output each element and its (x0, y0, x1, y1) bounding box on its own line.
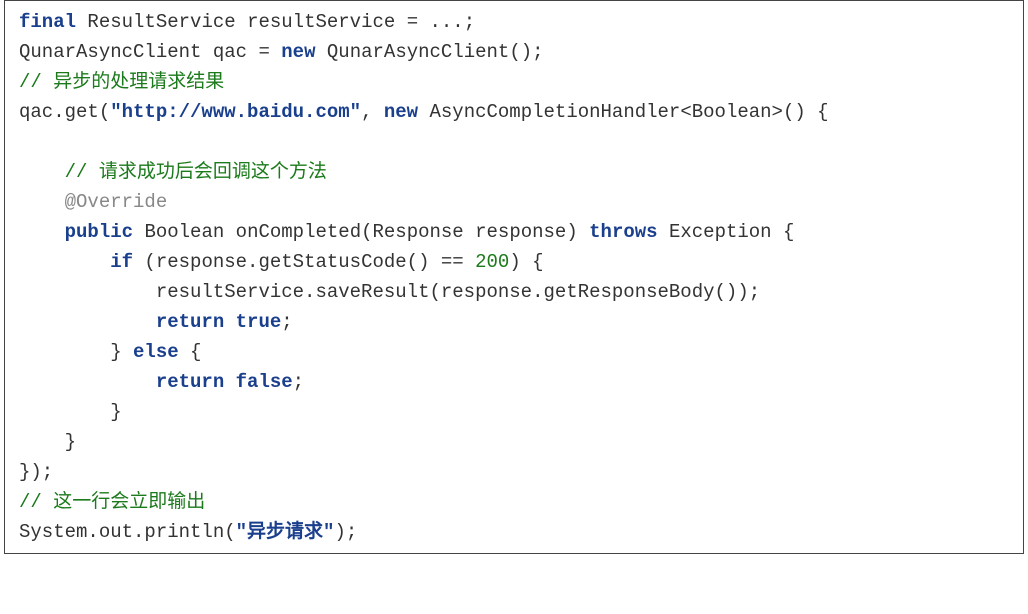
code-line: return false; (19, 371, 304, 393)
return-type: Boolean (144, 221, 224, 243)
code-text (133, 221, 144, 243)
indent (19, 251, 110, 273)
code-text: ; (281, 311, 292, 333)
code-text (236, 11, 247, 33)
code-text: { (179, 341, 202, 363)
kw-true: true (236, 311, 282, 333)
code-text: QunarAsyncClient(); (316, 41, 544, 63)
number-literal: 200 (475, 251, 509, 273)
type-name: QunarAsyncClient (19, 41, 201, 63)
code-text: qac.get( (19, 101, 110, 123)
kw-return: return (156, 311, 224, 333)
code-text: } (19, 341, 133, 363)
code-comment: // 异步的处理请求结果 (19, 71, 224, 93)
code-text: , (361, 101, 384, 123)
string-literal: "异步请求" (236, 521, 335, 543)
code-text (224, 371, 235, 393)
code-line: return true; (19, 311, 293, 333)
code-text: ); (334, 521, 357, 543)
code-block: final resultService ResultService resultS… (4, 0, 1024, 554)
kw-final: final (19, 11, 76, 33)
code-text: = ...; (395, 11, 475, 33)
code-text: = (247, 41, 281, 63)
code-line: QunarAsyncClient qac = new QunarAsyncCli… (19, 41, 544, 63)
type-name: ResultService (87, 11, 235, 33)
indent (19, 311, 156, 333)
code-text: ) { (509, 251, 543, 273)
code-text: (response.getStatusCode() == (133, 251, 475, 273)
annotation: @Override (19, 191, 167, 213)
code-text: ; (293, 371, 304, 393)
code-line: } (19, 431, 76, 453)
code-line: } (19, 401, 122, 423)
kw-new: new (281, 41, 315, 63)
code-line: System.out.println("异步请求"); (19, 521, 357, 543)
indent (19, 221, 65, 243)
exception-type: Exception { (669, 221, 794, 243)
code-text (224, 311, 235, 333)
code-text (224, 221, 235, 243)
code-text: System.out.println( (19, 521, 236, 543)
string-literal: "http://www.baidu.com" (110, 101, 361, 123)
kw-else: else (133, 341, 179, 363)
kw-public: public (65, 221, 133, 243)
code-line: } else { (19, 341, 201, 363)
code-line: }); (19, 461, 53, 483)
kw-throws: throws (589, 221, 657, 243)
kw-if: if (110, 251, 133, 273)
indent (19, 371, 156, 393)
code-comment: // 请求成功后会回调这个方法 (19, 161, 327, 183)
code-line: qac.get("http://www.baidu.com", new Asyn… (19, 101, 829, 123)
var-name: qac (213, 41, 247, 63)
code-text: AsyncCompletionHandler<Boolean>() { (418, 101, 828, 123)
code-comment: // 这一行会立即输出 (19, 491, 205, 513)
code-line: resultService.saveResult(response.getRes… (19, 281, 760, 303)
method-name: onCompleted(Response response) (236, 221, 589, 243)
code-line: public Boolean onCompleted(Response resp… (19, 221, 794, 243)
code-line: if (response.getStatusCode() == 200) { (19, 251, 544, 273)
code-text (201, 41, 212, 63)
code-line: finalresultService ResultService resultS… (19, 11, 475, 33)
kw-new: new (384, 101, 418, 123)
kw-return: return (156, 371, 224, 393)
code-text (658, 221, 669, 243)
var-name: resultService (247, 11, 395, 33)
code-text (76, 11, 87, 33)
kw-false: false (236, 371, 293, 393)
